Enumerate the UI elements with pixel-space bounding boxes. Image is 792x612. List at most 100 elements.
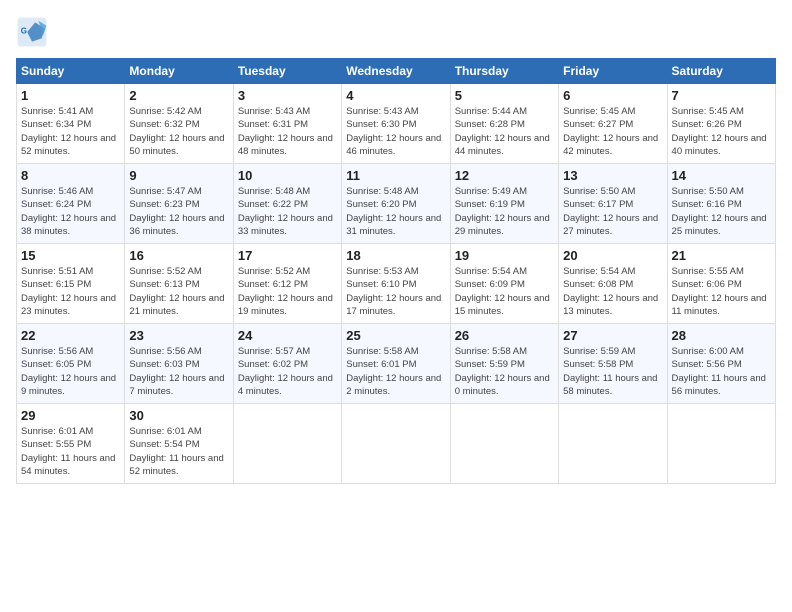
calendar-week-1: 1 Sunrise: 5:41 AM Sunset: 6:34 PM Dayli… xyxy=(17,84,776,164)
day-info: Sunrise: 5:46 AM Sunset: 6:24 PM Dayligh… xyxy=(21,185,120,238)
logo-icon: G xyxy=(16,16,48,48)
day-number: 19 xyxy=(455,248,554,263)
day-info: Sunrise: 5:48 AM Sunset: 6:20 PM Dayligh… xyxy=(346,185,445,238)
day-info: Sunrise: 5:50 AM Sunset: 6:17 PM Dayligh… xyxy=(563,185,662,238)
day-info: Sunrise: 6:01 AM Sunset: 5:54 PM Dayligh… xyxy=(129,425,228,478)
day-info: Sunrise: 5:43 AM Sunset: 6:30 PM Dayligh… xyxy=(346,105,445,158)
calendar-cell: 1 Sunrise: 5:41 AM Sunset: 6:34 PM Dayli… xyxy=(17,84,125,164)
calendar-cell: 29 Sunrise: 6:01 AM Sunset: 5:55 PM Dayl… xyxy=(17,404,125,484)
day-info: Sunrise: 5:56 AM Sunset: 6:03 PM Dayligh… xyxy=(129,345,228,398)
day-number: 4 xyxy=(346,88,445,103)
day-number: 5 xyxy=(455,88,554,103)
day-number: 11 xyxy=(346,168,445,183)
day-info: Sunrise: 5:49 AM Sunset: 6:19 PM Dayligh… xyxy=(455,185,554,238)
day-info: Sunrise: 5:51 AM Sunset: 6:15 PM Dayligh… xyxy=(21,265,120,318)
day-number: 3 xyxy=(238,88,337,103)
day-number: 9 xyxy=(129,168,228,183)
day-number: 1 xyxy=(21,88,120,103)
day-number: 15 xyxy=(21,248,120,263)
page-header: G xyxy=(16,16,776,48)
calendar-cell: 11 Sunrise: 5:48 AM Sunset: 6:20 PM Dayl… xyxy=(342,164,450,244)
calendar-week-3: 15 Sunrise: 5:51 AM Sunset: 6:15 PM Dayl… xyxy=(17,244,776,324)
calendar-cell: 27 Sunrise: 5:59 AM Sunset: 5:58 PM Dayl… xyxy=(559,324,667,404)
day-info: Sunrise: 5:58 AM Sunset: 5:59 PM Dayligh… xyxy=(455,345,554,398)
day-number: 14 xyxy=(672,168,771,183)
day-info: Sunrise: 5:50 AM Sunset: 6:16 PM Dayligh… xyxy=(672,185,771,238)
calendar-cell: 22 Sunrise: 5:56 AM Sunset: 6:05 PM Dayl… xyxy=(17,324,125,404)
day-number: 30 xyxy=(129,408,228,423)
calendar-cell: 20 Sunrise: 5:54 AM Sunset: 6:08 PM Dayl… xyxy=(559,244,667,324)
day-info: Sunrise: 5:48 AM Sunset: 6:22 PM Dayligh… xyxy=(238,185,337,238)
day-number: 13 xyxy=(563,168,662,183)
svg-text:G: G xyxy=(21,27,27,36)
calendar-cell: 3 Sunrise: 5:43 AM Sunset: 6:31 PM Dayli… xyxy=(233,84,341,164)
calendar-cell: 8 Sunrise: 5:46 AM Sunset: 6:24 PM Dayli… xyxy=(17,164,125,244)
day-number: 17 xyxy=(238,248,337,263)
calendar-cell: 25 Sunrise: 5:58 AM Sunset: 6:01 PM Dayl… xyxy=(342,324,450,404)
day-info: Sunrise: 5:41 AM Sunset: 6:34 PM Dayligh… xyxy=(21,105,120,158)
calendar-cell: 12 Sunrise: 5:49 AM Sunset: 6:19 PM Dayl… xyxy=(450,164,558,244)
weekday-thursday: Thursday xyxy=(450,59,558,84)
day-info: Sunrise: 5:54 AM Sunset: 6:09 PM Dayligh… xyxy=(455,265,554,318)
calendar-cell: 18 Sunrise: 5:53 AM Sunset: 6:10 PM Dayl… xyxy=(342,244,450,324)
day-info: Sunrise: 5:45 AM Sunset: 6:26 PM Dayligh… xyxy=(672,105,771,158)
day-number: 21 xyxy=(672,248,771,263)
day-info: Sunrise: 5:52 AM Sunset: 6:13 PM Dayligh… xyxy=(129,265,228,318)
logo: G xyxy=(16,16,52,48)
day-number: 6 xyxy=(563,88,662,103)
day-number: 10 xyxy=(238,168,337,183)
day-info: Sunrise: 5:57 AM Sunset: 6:02 PM Dayligh… xyxy=(238,345,337,398)
calendar-cell: 4 Sunrise: 5:43 AM Sunset: 6:30 PM Dayli… xyxy=(342,84,450,164)
calendar-cell xyxy=(559,404,667,484)
day-number: 28 xyxy=(672,328,771,343)
day-info: Sunrise: 5:53 AM Sunset: 6:10 PM Dayligh… xyxy=(346,265,445,318)
day-number: 29 xyxy=(21,408,120,423)
weekday-wednesday: Wednesday xyxy=(342,59,450,84)
day-info: Sunrise: 5:56 AM Sunset: 6:05 PM Dayligh… xyxy=(21,345,120,398)
calendar-cell: 26 Sunrise: 5:58 AM Sunset: 5:59 PM Dayl… xyxy=(450,324,558,404)
weekday-header-row: SundayMondayTuesdayWednesdayThursdayFrid… xyxy=(17,59,776,84)
calendar-cell: 28 Sunrise: 6:00 AM Sunset: 5:56 PM Dayl… xyxy=(667,324,775,404)
day-number: 22 xyxy=(21,328,120,343)
day-info: Sunrise: 5:47 AM Sunset: 6:23 PM Dayligh… xyxy=(129,185,228,238)
weekday-saturday: Saturday xyxy=(667,59,775,84)
calendar-week-5: 29 Sunrise: 6:01 AM Sunset: 5:55 PM Dayl… xyxy=(17,404,776,484)
calendar-cell: 21 Sunrise: 5:55 AM Sunset: 6:06 PM Dayl… xyxy=(667,244,775,324)
day-number: 24 xyxy=(238,328,337,343)
calendar-cell xyxy=(233,404,341,484)
day-info: Sunrise: 5:54 AM Sunset: 6:08 PM Dayligh… xyxy=(563,265,662,318)
day-info: Sunrise: 5:45 AM Sunset: 6:27 PM Dayligh… xyxy=(563,105,662,158)
day-info: Sunrise: 5:42 AM Sunset: 6:32 PM Dayligh… xyxy=(129,105,228,158)
calendar-week-4: 22 Sunrise: 5:56 AM Sunset: 6:05 PM Dayl… xyxy=(17,324,776,404)
day-number: 26 xyxy=(455,328,554,343)
calendar-cell: 14 Sunrise: 5:50 AM Sunset: 6:16 PM Dayl… xyxy=(667,164,775,244)
day-number: 18 xyxy=(346,248,445,263)
calendar-cell: 16 Sunrise: 5:52 AM Sunset: 6:13 PM Dayl… xyxy=(125,244,233,324)
calendar-cell xyxy=(667,404,775,484)
day-number: 16 xyxy=(129,248,228,263)
day-number: 2 xyxy=(129,88,228,103)
calendar-cell: 17 Sunrise: 5:52 AM Sunset: 6:12 PM Dayl… xyxy=(233,244,341,324)
day-number: 8 xyxy=(21,168,120,183)
calendar-cell: 13 Sunrise: 5:50 AM Sunset: 6:17 PM Dayl… xyxy=(559,164,667,244)
calendar-cell: 2 Sunrise: 5:42 AM Sunset: 6:32 PM Dayli… xyxy=(125,84,233,164)
calendar-cell: 6 Sunrise: 5:45 AM Sunset: 6:27 PM Dayli… xyxy=(559,84,667,164)
weekday-sunday: Sunday xyxy=(17,59,125,84)
day-number: 27 xyxy=(563,328,662,343)
calendar-cell: 7 Sunrise: 5:45 AM Sunset: 6:26 PM Dayli… xyxy=(667,84,775,164)
weekday-tuesday: Tuesday xyxy=(233,59,341,84)
calendar-cell: 23 Sunrise: 5:56 AM Sunset: 6:03 PM Dayl… xyxy=(125,324,233,404)
day-number: 20 xyxy=(563,248,662,263)
day-info: Sunrise: 6:00 AM Sunset: 5:56 PM Dayligh… xyxy=(672,345,771,398)
calendar-cell: 5 Sunrise: 5:44 AM Sunset: 6:28 PM Dayli… xyxy=(450,84,558,164)
day-number: 25 xyxy=(346,328,445,343)
weekday-monday: Monday xyxy=(125,59,233,84)
day-info: Sunrise: 5:52 AM Sunset: 6:12 PM Dayligh… xyxy=(238,265,337,318)
calendar-cell: 15 Sunrise: 5:51 AM Sunset: 6:15 PM Dayl… xyxy=(17,244,125,324)
weekday-friday: Friday xyxy=(559,59,667,84)
calendar-table: SundayMondayTuesdayWednesdayThursdayFrid… xyxy=(16,58,776,484)
calendar-cell: 19 Sunrise: 5:54 AM Sunset: 6:09 PM Dayl… xyxy=(450,244,558,324)
day-info: Sunrise: 5:43 AM Sunset: 6:31 PM Dayligh… xyxy=(238,105,337,158)
calendar-cell: 30 Sunrise: 6:01 AM Sunset: 5:54 PM Dayl… xyxy=(125,404,233,484)
day-info: Sunrise: 5:44 AM Sunset: 6:28 PM Dayligh… xyxy=(455,105,554,158)
